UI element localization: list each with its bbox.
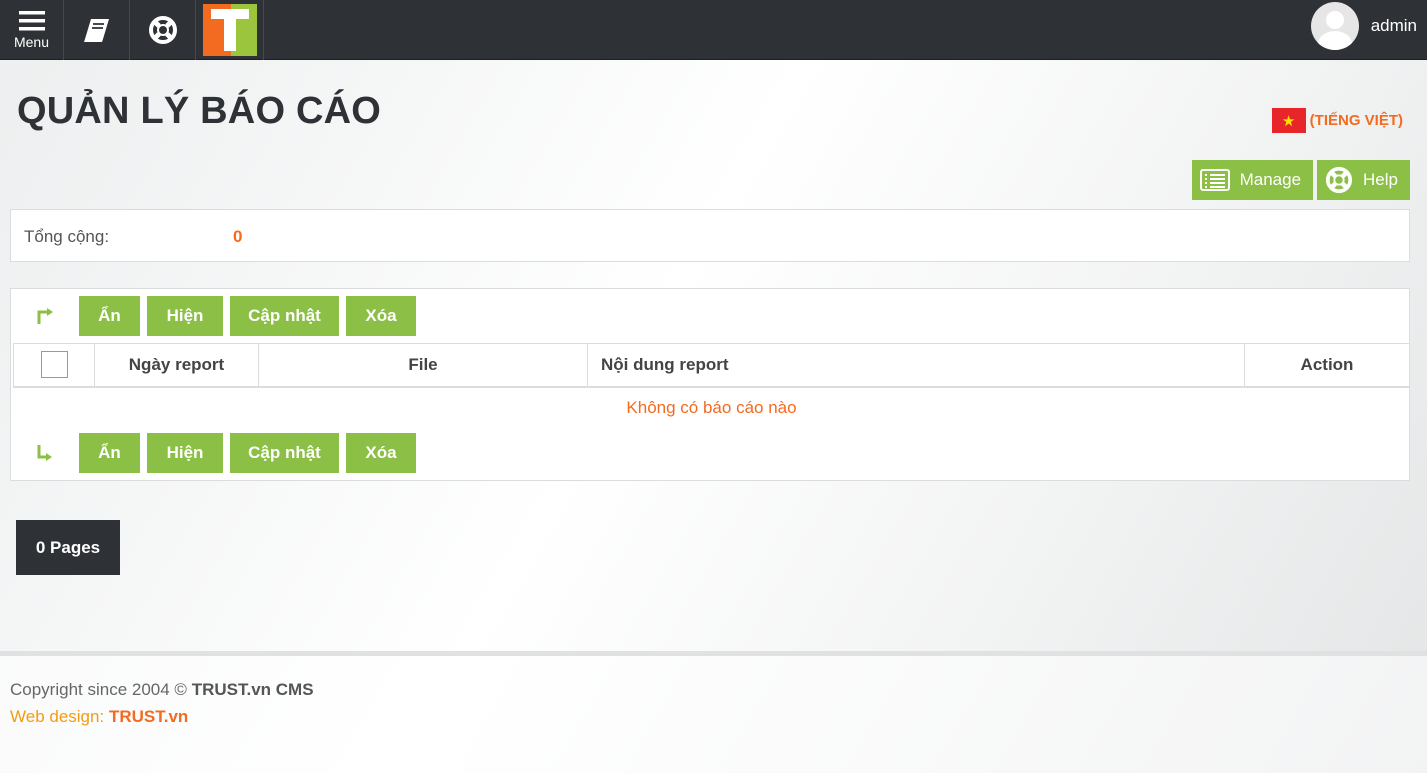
language-selector[interactable]: ★ (TIẾNG VIỆT) <box>1271 108 1403 133</box>
report-list-panel: Ẩn Hiện Cập nhật Xóa Ngày report File Nộ… <box>10 288 1410 481</box>
menu-button[interactable]: Menu <box>0 0 64 60</box>
pagination-info: 0 Pages <box>16 520 120 575</box>
select-all-cell <box>13 343 95 388</box>
web-design-credit: Web design: TRUST.vn <box>10 707 188 727</box>
hide-button[interactable]: Ẩn <box>79 433 140 473</box>
delete-button[interactable]: Xóa <box>346 433 416 473</box>
manage-button[interactable]: Manage <box>1191 160 1314 200</box>
book-icon <box>83 19 109 42</box>
page-actions: Manage Help <box>1191 160 1410 200</box>
avatar <box>1310 2 1359 50</box>
arrow-turn-down-right-icon <box>11 444 79 462</box>
documentation-button[interactable] <box>64 0 130 60</box>
show-button[interactable]: Hiện <box>147 296 223 336</box>
help-label: Help <box>1363 170 1398 189</box>
hamburger-icon <box>18 11 45 31</box>
total-value: 0 <box>233 227 243 246</box>
bulk-actions-top: Ẩn Hiện Cập nhật Xóa <box>11 296 423 336</box>
total-label: Tổng cộng: <box>24 227 110 246</box>
top-navigation-bar: Menu admin <box>0 0 1427 60</box>
manage-label: Manage <box>1239 170 1302 189</box>
username: admin <box>1370 16 1417 35</box>
design-brand-link[interactable]: TRUST.vn <box>109 707 188 726</box>
column-header-file[interactable]: File <box>258 343 588 388</box>
show-button[interactable]: Hiện <box>147 433 223 473</box>
arrow-turn-right-icon <box>11 307 79 325</box>
update-button[interactable]: Cập nhật <box>230 433 339 473</box>
page-title: QUẢN LÝ BÁO CÁO <box>17 90 381 132</box>
trust-logo <box>202 4 257 56</box>
footer <box>0 656 1427 773</box>
column-header-action: Action <box>1244 343 1410 388</box>
lifebuoy-icon <box>148 16 177 44</box>
support-button[interactable] <box>130 0 196 60</box>
list-icon <box>1199 168 1230 192</box>
copyright-text: Copyright since 2004 © TRUST.vn CMS <box>10 680 314 700</box>
user-menu[interactable]: admin <box>1310 0 1417 52</box>
delete-button[interactable]: Xóa <box>346 296 416 336</box>
column-header-date[interactable]: Ngày report <box>94 343 259 388</box>
empty-message: Không có báo cáo nào <box>626 398 797 417</box>
bulk-actions-bottom: Ẩn Hiện Cập nhật Xóa <box>11 433 423 473</box>
update-button[interactable]: Cập nhật <box>230 296 339 336</box>
language-label: (TIẾNG VIỆT) <box>1309 112 1403 129</box>
report-table: Ngày report File Nội dung report Action … <box>13 343 1410 429</box>
summary-panel: Tổng cộng: 0 <box>10 209 1410 262</box>
hide-button[interactable]: Ẩn <box>79 296 140 336</box>
copyright-brand: TRUST.vn CMS <box>191 680 314 699</box>
select-all-checkbox[interactable] <box>40 351 68 379</box>
design-prefix: Web design: <box>10 707 105 726</box>
logo-link[interactable] <box>196 0 264 60</box>
column-header-content[interactable]: Nội dung report <box>587 343 1245 388</box>
menu-label: Menu <box>13 34 50 50</box>
empty-row: Không có báo cáo nào <box>14 387 1410 429</box>
help-button[interactable]: Help <box>1317 160 1410 200</box>
table-header-row: Ngày report File Nội dung report Action <box>13 343 1410 388</box>
vietnam-flag-icon: ★ <box>1271 108 1306 133</box>
copyright-prefix: Copyright since 2004 © <box>10 680 187 699</box>
lifebuoy-icon <box>1325 166 1353 194</box>
